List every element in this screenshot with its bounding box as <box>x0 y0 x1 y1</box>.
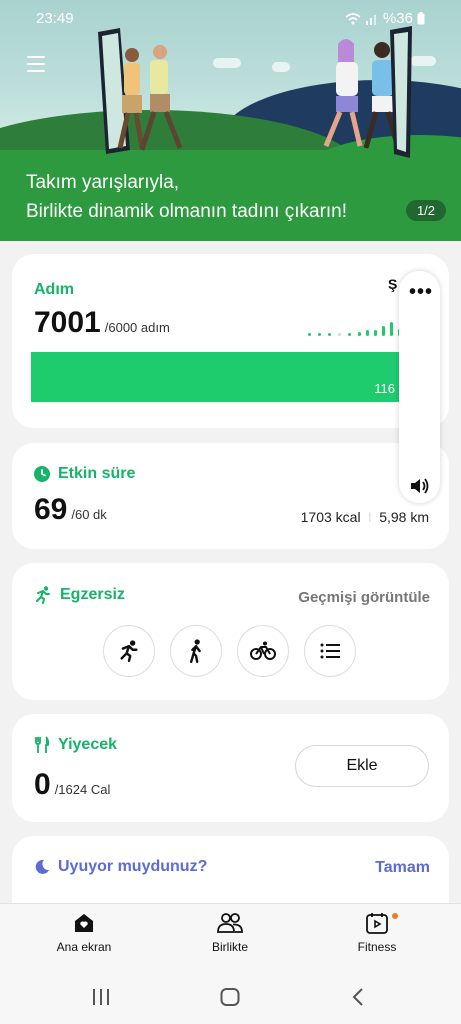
nav-home-label: Ana ekran <box>56 940 112 954</box>
cycling-icon <box>250 641 276 660</box>
nav-together[interactable]: Birlikte <box>175 912 285 954</box>
running-icon <box>120 640 138 662</box>
nav-together-label: Birlikte <box>211 940 248 954</box>
active-time-value: 69 <box>34 493 68 526</box>
banner-line-1: Takım yarışlarıyla, <box>26 172 180 193</box>
recent-apps-icon[interactable] <box>92 989 110 1005</box>
banner-line-2: Birlikte dinamik olmanın tadını çıkarın! <box>26 201 348 222</box>
active-time-count: 69 /60 dk <box>34 493 107 527</box>
system-navigation-bar <box>0 968 461 1024</box>
sleep-title: Uyuyor muydunuz? <box>58 858 208 875</box>
banner-page-indicator: 1/2 <box>406 200 446 221</box>
steps-goal: /6000 adım <box>104 320 170 335</box>
status-time: 23:49 <box>36 10 74 27</box>
notification-dot <box>392 913 398 919</box>
steps-title: Adım <box>34 281 74 298</box>
walking-icon <box>190 639 201 663</box>
view-history-link[interactable]: Geçmişi görüntüle <box>298 589 430 606</box>
food-card[interactable]: Yiyecek 0 /1624 Cal Ekle <box>12 714 449 822</box>
list-icon <box>320 643 340 659</box>
promo-banner[interactable]: 23:49 %36 Takım yarışlarıyla, Birlikte d… <box>0 0 461 241</box>
exercise-title: Egzersiz <box>60 586 125 603</box>
fork-knife-icon <box>35 736 50 753</box>
bottom-navigation: Ana ekran Birlikte Fitness <box>0 903 461 968</box>
active-time-goal: /60 dk <box>71 507 107 522</box>
nav-home[interactable]: Ana ekran <box>29 912 139 954</box>
distance-value: 5,98 km <box>379 509 429 525</box>
exercise-card[interactable]: Egzersiz Geçmişi görüntüle <box>12 563 449 700</box>
active-time-title-row: Etkin süre <box>34 465 135 483</box>
exercise-title-row: Egzersiz <box>34 586 125 604</box>
menu-icon[interactable] <box>27 56 45 72</box>
food-goal: /1624 Cal <box>54 782 111 797</box>
steps-value: 7001 <box>34 306 101 339</box>
calories-value: 1703 kcal <box>300 509 361 525</box>
volume-icon[interactable] <box>409 477 431 495</box>
walking-button[interactable] <box>170 625 222 677</box>
clock-icon <box>34 466 50 482</box>
battery-percent: %36 <box>382 10 413 27</box>
exercise-running-icon <box>36 586 50 604</box>
exercise-list-button[interactable] <box>304 625 356 677</box>
running-button[interactable] <box>103 625 155 677</box>
steps-bar-value: 116 <box>374 381 395 396</box>
add-food-button[interactable]: Ekle <box>295 745 429 787</box>
sleep-confirm-button[interactable]: Tamam <box>375 859 430 877</box>
more-options-icon[interactable]: ••• <box>409 282 433 302</box>
food-value: 0 <box>34 768 51 801</box>
wifi-icon <box>345 12 361 24</box>
status-bar: 23:49 %36 <box>0 0 461 36</box>
team-walk-illustration <box>98 26 412 158</box>
fitness-video-icon <box>366 913 388 934</box>
steps-hourly-chart <box>308 316 408 336</box>
active-time-card[interactable]: Etkin süre 69 /60 dk 1703 kcal | 5,98 km <box>12 443 449 549</box>
food-title-row: Yiyecek <box>34 736 117 754</box>
banner-text: Takım yarışlarıyla, Birlikte dinamik olm… <box>26 168 347 226</box>
steps-progress-bar: 116 <box>31 352 417 402</box>
stat-divider: | <box>368 511 372 523</box>
volume-panel[interactable]: ••• <box>399 271 440 503</box>
nav-fitness-label: Fitness <box>357 940 397 954</box>
food-title: Yiyecek <box>58 736 118 753</box>
food-count: 0 /1624 Cal <box>34 768 110 802</box>
people-icon <box>217 913 243 933</box>
steps-card[interactable]: Adım Ş 7001 /6000 adım 116 <box>12 254 449 428</box>
cycling-button[interactable] <box>237 625 289 677</box>
back-icon[interactable] <box>352 988 364 1006</box>
home-icon <box>75 914 93 932</box>
status-icons: %36 <box>345 10 425 27</box>
home-button-icon[interactable] <box>220 988 240 1006</box>
sleep-title-row: Uyuyor muydunuz? <box>34 858 207 876</box>
moon-icon <box>35 859 49 874</box>
active-time-title: Etkin süre <box>58 465 136 482</box>
active-time-stats: 1703 kcal | 5,98 km <box>301 509 429 525</box>
steps-top-right-label: Ş <box>388 276 398 292</box>
battery-icon <box>417 12 425 25</box>
signal-icon <box>365 14 376 25</box>
nav-fitness[interactable]: Fitness <box>322 912 432 954</box>
steps-count: 7001 /6000 adım <box>34 306 170 340</box>
